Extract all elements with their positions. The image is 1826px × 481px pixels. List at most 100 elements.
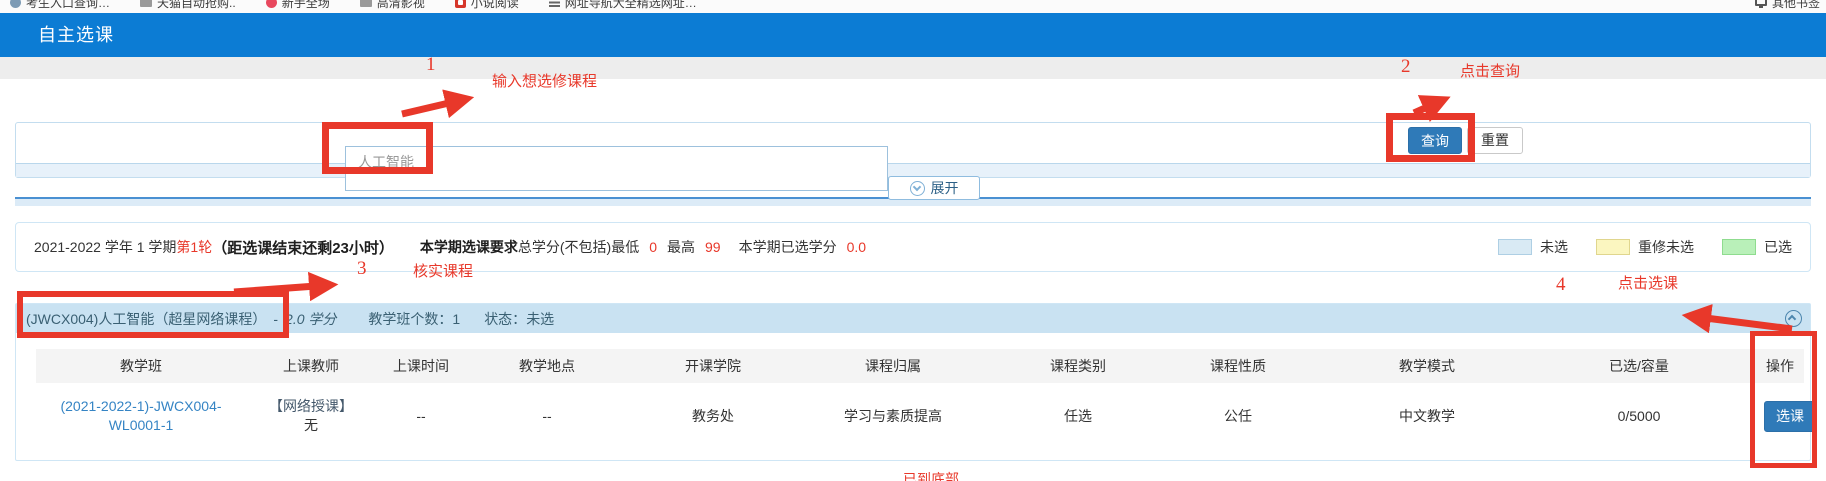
- bookmark-label: 天猫自动抢购..: [157, 0, 236, 11]
- semester-info-panel: 2021-2022 学年 1 学期 第1轮 （距选课结束还剩23小时） 本学期选…: [15, 222, 1811, 272]
- table-header-row: 教学班 上课教师 上课时间 教学地点 开课学院 课程归属 课程类别 课程性质 教…: [36, 349, 1804, 383]
- selected-credit-value: 0.0: [847, 239, 866, 255]
- arrow-step1: [402, 99, 466, 114]
- bookmark-label: 网址导航大全精选网址…: [565, 0, 697, 11]
- bookmark-item[interactable]: 天猫自动抢购..: [140, 0, 236, 12]
- course-selection-page: 考生入口查询… 天猫自动抢购.. 新手全场 高清影视 小说阅读 网址导航大全精选…: [0, 0, 1826, 481]
- step1-text: 输入想选修课程: [492, 70, 597, 91]
- col-header: 上课时间: [376, 349, 466, 383]
- folder-icon: [140, 0, 152, 7]
- term-text: 2021-2022 学年 1 学期: [34, 237, 176, 257]
- chevron-up-icon[interactable]: [1785, 310, 1802, 327]
- category-cell: 任选: [988, 383, 1168, 449]
- red-square-icon: [455, 0, 466, 8]
- action-cell: 选课: [1732, 383, 1802, 449]
- red-dot-icon: [266, 0, 277, 8]
- step3-text: 核实课程: [413, 260, 473, 281]
- unselected-swatch: [1498, 239, 1532, 255]
- col-header: 课程类别: [988, 349, 1168, 383]
- app-header: 自主选课: [0, 13, 1826, 57]
- course-result-section: (JWCX004)人工智能（超星网络课程） - 2.0 学分 教学班个数：1 状…: [15, 303, 1811, 461]
- course-status: 状态：未选: [484, 309, 554, 329]
- legend-item-unselected: 未选: [1498, 237, 1568, 257]
- max-credit-value: 99: [705, 239, 721, 255]
- bookmark-label: 小说阅读: [471, 0, 519, 11]
- search-input[interactable]: [345, 146, 888, 191]
- bookmark-label: 考生入口查询…: [26, 0, 110, 11]
- place-cell: --: [466, 383, 628, 449]
- capacity-cell: 0/5000: [1546, 383, 1732, 449]
- bookmark-label: 新手全场: [282, 0, 330, 11]
- browser-bookmarks-bar: 考生入口查询… 天猫自动抢购.. 新手全场 高清影视 小说阅读 网址导航大全精选…: [0, 0, 1826, 13]
- step2-number: 2: [1401, 56, 1411, 78]
- teaching-mode-tag: 【网络授课】: [269, 397, 353, 416]
- arrow-step3: [234, 285, 330, 292]
- nature-cell: 公任: [1168, 383, 1308, 449]
- time-cell: --: [376, 383, 466, 449]
- min-credit-value: 0: [649, 239, 657, 255]
- belong-cell: 学习与素质提高: [798, 383, 988, 449]
- col-header-action: 操作: [1732, 349, 1802, 383]
- selected-credit-label: 本学期已选学分: [739, 237, 837, 257]
- bookmark-item[interactable]: 高清影视: [360, 0, 425, 12]
- select-course-button[interactable]: 选课: [1764, 401, 1816, 432]
- query-button[interactable]: 查询: [1408, 127, 1462, 154]
- globe-icon: [10, 0, 21, 8]
- bookmark-item[interactable]: 网址导航大全精选网址…: [549, 0, 697, 12]
- other-bookmarks-label: 其他书签: [1772, 0, 1820, 11]
- requirement-text: 总学分(不包括)最低: [518, 237, 639, 257]
- legend-item-retake: 重修未选: [1596, 237, 1694, 257]
- filter-panel: [15, 122, 1811, 178]
- round-text: 第1轮: [176, 237, 212, 257]
- legend-item-selected: 已选: [1722, 237, 1792, 257]
- step4-number: 4: [1556, 274, 1566, 296]
- course-header-bar[interactable]: (JWCX004)人工智能（超星网络课程） - 2.0 学分 教学班个数：1 状…: [16, 304, 1810, 333]
- class-count: 教学班个数：1: [368, 309, 460, 329]
- legend-label: 重修未选: [1638, 237, 1694, 257]
- monitor-icon: [1755, 0, 1767, 6]
- course-credits: 2.0 学分: [285, 309, 336, 329]
- bookmark-item[interactable]: 新手全场: [266, 0, 330, 12]
- page-title: 自主选课: [38, 13, 114, 57]
- col-header: 课程归属: [798, 349, 988, 383]
- col-header: 教学地点: [466, 349, 628, 383]
- step1-number: 1: [426, 54, 436, 76]
- col-header: 教学班: [36, 349, 246, 383]
- teacher-name: 无: [304, 416, 318, 435]
- sub-header-strip: [0, 57, 1826, 79]
- filter-panel-footer: [16, 163, 1810, 177]
- selected-swatch: [1722, 239, 1756, 255]
- col-header: 已选/容量: [1546, 349, 1732, 383]
- countdown-text: （距选课结束还剩23小时）: [212, 237, 394, 258]
- col-header: 开课学院: [628, 349, 798, 383]
- step3-number: 3: [357, 258, 367, 280]
- class-table: 教学班 上课教师 上课时间 教学地点 开课学院 课程归属 课程类别 课程性质 教…: [36, 349, 1804, 449]
- expand-label: 展开: [931, 178, 959, 198]
- bookmark-item[interactable]: 小说阅读: [455, 0, 519, 12]
- legend-label: 已选: [1764, 237, 1792, 257]
- folder-icon: [360, 0, 372, 7]
- table-row: (2021-2022-1)-JWCX004-WL0001-1 【网络授课】 无 …: [36, 383, 1804, 449]
- step2-text: 点击查询: [1460, 60, 1520, 81]
- col-header: 教学模式: [1308, 349, 1546, 383]
- step4-text: 点击选课: [1618, 272, 1678, 293]
- bookmark-label: 高清影视: [377, 0, 425, 11]
- course-separator: -: [273, 311, 278, 327]
- arrow-step2: [1414, 100, 1443, 113]
- class-name-link[interactable]: (2021-2022-1)-JWCX004-WL0001-1: [36, 397, 246, 435]
- col-header: 上课教师: [246, 349, 376, 383]
- other-bookmarks-button[interactable]: 其他书签: [1755, 0, 1820, 12]
- teacher-cell: 【网络授课】 无: [246, 383, 376, 449]
- chevron-down-icon: [910, 181, 925, 196]
- retake-swatch: [1596, 239, 1630, 255]
- requirement-label: 本学期选课要求: [420, 237, 518, 257]
- mode-cell: 中文教学: [1308, 383, 1546, 449]
- legend-label: 未选: [1540, 237, 1568, 257]
- bottom-note: 已到底部...: [903, 469, 971, 481]
- status-legend: 未选 重修未选 已选: [1498, 237, 1792, 257]
- expand-toggle[interactable]: 展开: [888, 176, 980, 200]
- col-header: 课程性质: [1168, 349, 1308, 383]
- bookmark-item[interactable]: 考生入口查询…: [10, 0, 110, 12]
- college-cell: 教务处: [628, 383, 798, 449]
- reset-button[interactable]: 重置: [1467, 127, 1523, 154]
